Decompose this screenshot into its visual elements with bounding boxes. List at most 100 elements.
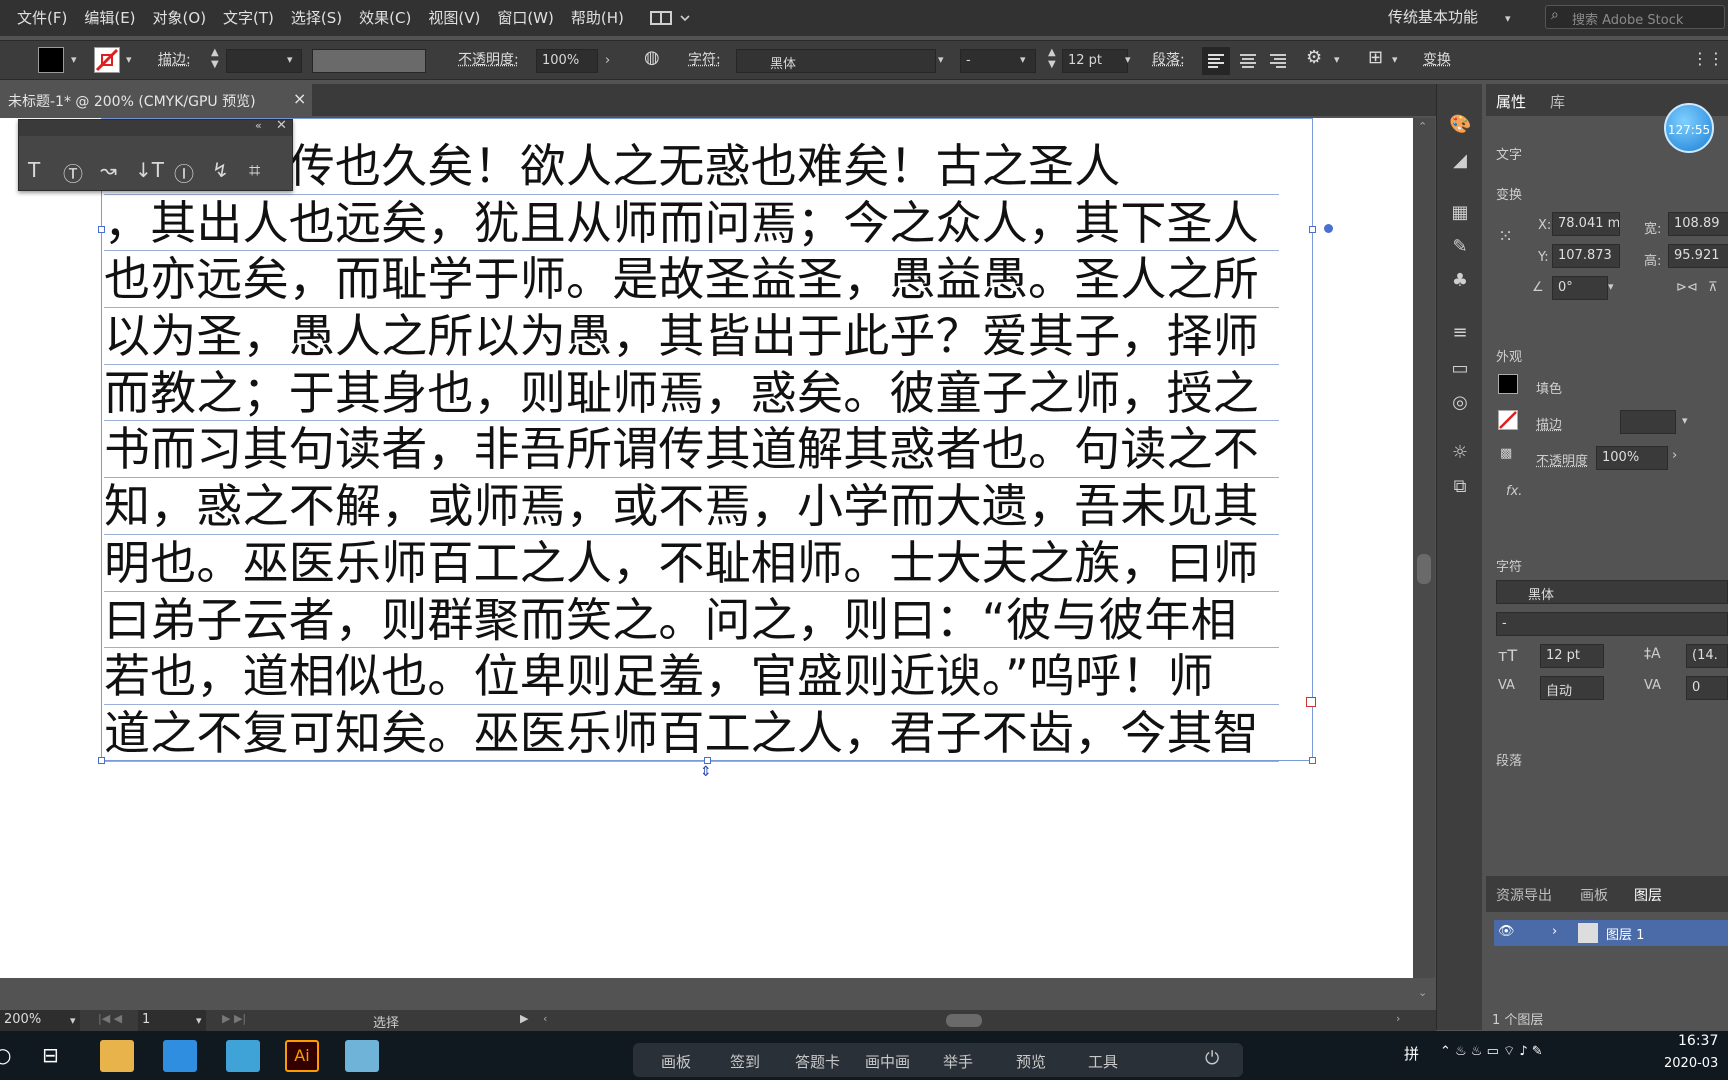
vertical-area-type-tool-icon[interactable]: Ⓘ [174, 158, 194, 187]
panel-menu-icon[interactable]: ⋮⋮ [1692, 49, 1724, 68]
stepper-down-icon[interactable]: ▼ [1048, 59, 1056, 70]
brushes-icon[interactable]: ✎ [1449, 236, 1471, 258]
file-explorer-icon[interactable] [100, 1040, 134, 1072]
fx-button[interactable]: fx. [1506, 484, 1522, 499]
current-tool-status[interactable]: 选择 [373, 1012, 399, 1031]
stroke-swatch[interactable] [1498, 410, 1518, 430]
chevron-down-icon[interactable]: ▾ [126, 53, 132, 66]
stroke-label[interactable]: 描边 [1536, 414, 1562, 433]
kerning-field[interactable]: 自动 [1540, 676, 1604, 700]
visibility-eye-icon[interactable]: 👁 [1498, 924, 1515, 939]
graphic-styles-icon[interactable]: ⧉ [1449, 476, 1471, 498]
font-family-field[interactable]: 黑体 [1496, 580, 1728, 604]
dock-picture-in-picture[interactable]: 画中画 [865, 1051, 910, 1072]
expand-chevron-icon[interactable]: › [1552, 924, 1557, 939]
flip-vertical-icon[interactable]: ⊼ [1708, 280, 1718, 295]
paragraph-label[interactable]: 段落: [1152, 49, 1185, 69]
panel-title-bar[interactable]: « ✕ [19, 118, 292, 136]
close-icon[interactable]: × [293, 89, 306, 108]
vertical-scrollbar[interactable]: ⌃ ⌄ [1413, 118, 1435, 999]
menu-file[interactable]: 文件(F) [9, 0, 76, 36]
chevron-down-icon[interactable]: ▾ [1608, 280, 1614, 293]
bounding-handle[interactable] [1309, 757, 1316, 764]
dock-tools[interactable]: 工具 [1088, 1051, 1118, 1072]
bounding-handle[interactable] [98, 757, 105, 764]
layer-name[interactable]: 图层 1 [1606, 924, 1644, 943]
scroll-thumb[interactable] [1417, 554, 1431, 584]
status-menu-icon[interactable]: ▶ [520, 1012, 528, 1025]
font-size-field[interactable]: 12 pt [1062, 49, 1128, 73]
scroll-left-icon[interactable]: ‹ [543, 1012, 547, 1025]
close-icon[interactable]: ✕ [276, 118, 287, 133]
dock-artboard[interactable]: 画板 [661, 1051, 691, 1072]
tab-properties[interactable]: 属性 [1496, 91, 1526, 112]
stroke-weight-field[interactable] [1620, 410, 1676, 434]
opacity-field[interactable]: 100% [1596, 446, 1668, 470]
stroke-icon[interactable]: ≡ [1449, 322, 1471, 344]
rotate-angle-field[interactable]: 0° [1552, 276, 1608, 300]
transform-link[interactable]: 变换 [1423, 49, 1451, 69]
arrange-documents-button[interactable] [645, 9, 693, 27]
menu-select[interactable]: 选择(S) [283, 0, 351, 36]
text-overflow-port[interactable] [1306, 697, 1316, 707]
dock-preview[interactable]: 预览 [1016, 1051, 1046, 1072]
type-on-path-tool-icon[interactable]: ↝ [100, 158, 117, 182]
bounding-handle[interactable] [704, 757, 711, 764]
transparency-icon[interactable]: ◎ [1449, 392, 1471, 414]
horizontal-scroll-thumb[interactable] [946, 1014, 982, 1027]
threaded-text-port[interactable] [1324, 224, 1333, 233]
layer-row[interactable]: 👁 › 图层 1 [1494, 920, 1728, 946]
scroll-right-icon[interactable]: › [1396, 1012, 1400, 1025]
vertical-type-tool-icon[interactable]: ↓T [135, 158, 164, 182]
recolor-icon[interactable]: ◍ [644, 47, 660, 68]
bounding-handle[interactable] [98, 226, 105, 233]
width-field[interactable]: 108.89 [1668, 212, 1728, 236]
task-view-icon[interactable]: ⊟ [42, 1043, 59, 1067]
ime-indicator[interactable]: 拼 [1404, 1043, 1419, 1064]
height-field[interactable]: 95.921 [1668, 244, 1728, 268]
appearance-icon[interactable]: ☼ [1449, 442, 1471, 464]
dock-checkin[interactable]: 签到 [730, 1051, 760, 1072]
stroke-swatch[interactable] [94, 47, 120, 73]
illustrator-icon[interactable]: Ai [285, 1040, 319, 1072]
flip-horizontal-icon[interactable]: ⊳⊲ [1676, 280, 1698, 295]
swatches-icon[interactable]: ▦ [1449, 202, 1471, 224]
character-label[interactable]: 字符: [688, 49, 721, 69]
collapse-icon[interactable]: « [255, 119, 262, 132]
menu-edit[interactable]: 编辑(E) [76, 0, 144, 36]
type-tool-icon[interactable]: T [28, 158, 40, 182]
chevron-down-icon[interactable]: ▾ [1392, 53, 1398, 66]
tab-asset-export[interactable]: 资源导出 [1496, 885, 1552, 905]
dock-raise-hand[interactable]: 举手 [943, 1051, 973, 1072]
menu-view[interactable]: 视图(V) [420, 0, 489, 36]
scroll-down-icon[interactable]: ⌄ [1418, 986, 1427, 999]
align-center-button[interactable] [1234, 47, 1262, 75]
reference-point-icon[interactable]: ⁙ [1498, 226, 1513, 247]
opacity-label[interactable]: 不透明度: [458, 49, 519, 69]
leading-field[interactable]: (14. [1686, 644, 1728, 668]
opacity-field[interactable]: 100% [536, 49, 598, 73]
first-page-icon[interactable]: |◀ ◀ [98, 1012, 122, 1025]
x-field[interactable]: 78.041 m [1552, 212, 1620, 236]
menu-window[interactable]: 窗口(W) [489, 0, 563, 36]
app-cube-icon[interactable] [226, 1040, 260, 1072]
opacity-label[interactable]: 不透明度 [1536, 450, 1588, 469]
document-tab[interactable]: 未标题-1* @ 200% (CMYK/GPU 预览) × [0, 84, 312, 116]
chevron-down-icon[interactable]: ▾ [1125, 53, 1131, 66]
tray-icons[interactable]: ⌃ ♨ ♨ ▭ ⌔ ♪ ✎ [1440, 1043, 1543, 1059]
chevron-right-icon[interactable]: › [1672, 448, 1677, 463]
bounding-handle[interactable] [1309, 226, 1316, 233]
menu-effect[interactable]: 效果(C) [351, 0, 420, 36]
touch-type-tool-icon[interactable]: ⌗ [249, 158, 260, 182]
clock-date[interactable]: 2020-03 [1664, 1056, 1718, 1071]
chevron-down-icon[interactable]: ▾ [71, 53, 77, 66]
font-style-field[interactable]: - [1496, 612, 1728, 636]
last-page-icon[interactable]: ▶ ▶| [222, 1012, 246, 1025]
timer-bubble[interactable]: 127:55 [1664, 103, 1714, 153]
align-right-button[interactable] [1264, 47, 1292, 75]
chevron-down-icon[interactable]: ▾ [196, 1014, 202, 1027]
chevron-down-icon[interactable]: ▾ [1020, 53, 1026, 66]
brush-definition-field[interactable] [312, 49, 426, 73]
stepper-down-icon[interactable]: ▼ [211, 59, 219, 70]
power-icon[interactable]: ⏻ [1205, 1048, 1219, 1069]
